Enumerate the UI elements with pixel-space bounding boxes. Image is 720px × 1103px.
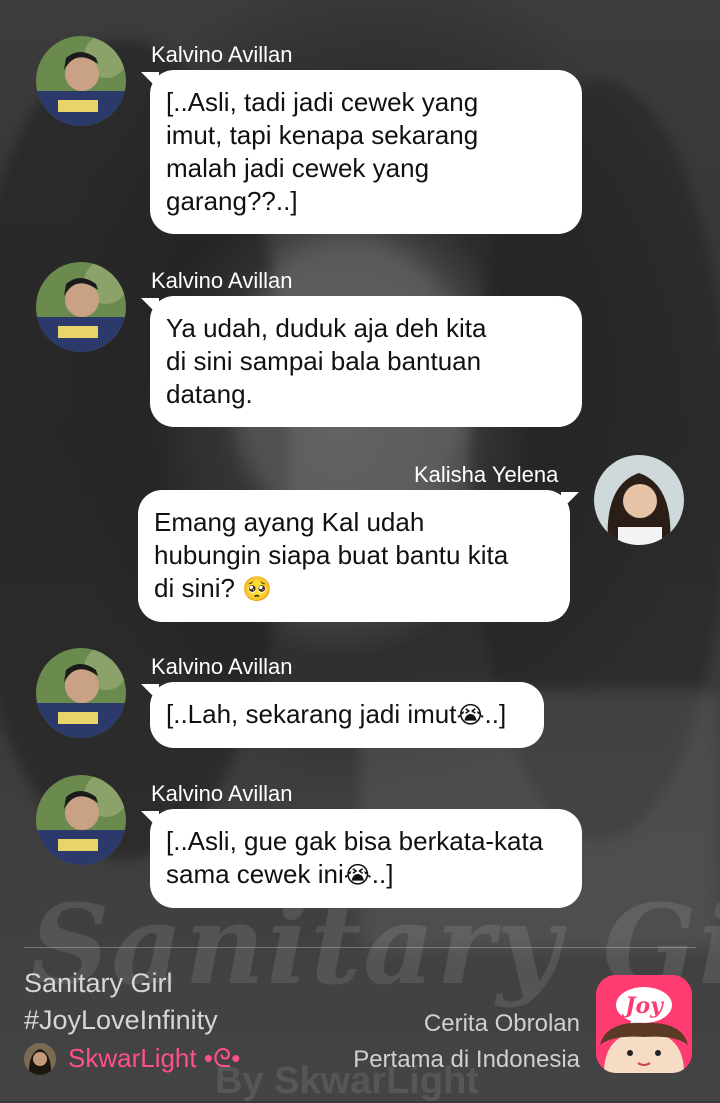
message-text: [..Asli, tadi jadi cewek yang imut, tapi… xyxy=(166,87,479,216)
message-bubble[interactable]: [..Lah, sekarang jadi imut😭..] xyxy=(150,682,544,748)
message-bubble[interactable]: [..Asli, tadi jadi cewek yang imut, tapi… xyxy=(150,70,582,234)
message-suffix: ..] xyxy=(371,859,394,889)
sender-name: Kalisha Yelena xyxy=(414,462,559,487)
avatar-kalvino[interactable] xyxy=(36,648,126,738)
story-title[interactable]: Sanitary Girl xyxy=(24,968,173,999)
message-bubble[interactable]: [..Asli, gue gak bisa berkata-kata sama … xyxy=(150,809,582,908)
message-text: [..Lah, sekarang jadi imut xyxy=(166,699,457,729)
author-avatar xyxy=(24,1043,56,1075)
avatar-kalvino[interactable] xyxy=(36,262,126,352)
author-name: SkwarLight •ᘓ• xyxy=(68,1043,241,1073)
avatar-kalvino[interactable] xyxy=(36,36,126,126)
story-hashtag[interactable]: #JoyLoveInfinity xyxy=(24,1005,218,1036)
sender-name: Kalvino Avillan xyxy=(151,42,293,67)
promo-text-line1: Cerita Obrolan xyxy=(423,1010,580,1037)
joy-app-logo[interactable]: Joy xyxy=(596,975,692,1073)
footer-divider xyxy=(24,947,696,948)
promo-text-line2: Pertama di Indonesia xyxy=(353,1046,580,1073)
sender-name: Kalvino Avillan xyxy=(151,268,293,293)
sender-name: Kalvino Avillan xyxy=(151,654,293,679)
crying-face-emoji: 😭 xyxy=(456,701,485,729)
message-text: Ya udah, duduk aja deh kita di sini samp… xyxy=(166,313,487,409)
message-text: Emang ayang Kal udah hubungin siapa buat… xyxy=(154,507,509,603)
crying-face-emoji: 😭 xyxy=(343,861,372,889)
sender-name: Kalvino Avillan xyxy=(151,781,293,806)
avatar-kalisha[interactable] xyxy=(594,455,684,545)
avatar-kalvino[interactable] xyxy=(36,775,126,865)
message-bubble[interactable]: Emang ayang Kal udah hubungin siapa buat… xyxy=(138,490,570,622)
author-row[interactable]: SkwarLight •ᘓ• xyxy=(24,1042,240,1076)
message-suffix: ..] xyxy=(484,699,507,729)
message-bubble[interactable]: Ya udah, duduk aja deh kita di sini samp… xyxy=(150,296,582,427)
joy-logo-text: Joy xyxy=(621,993,665,1019)
pleading-face-emoji: 🥺 xyxy=(242,575,273,603)
